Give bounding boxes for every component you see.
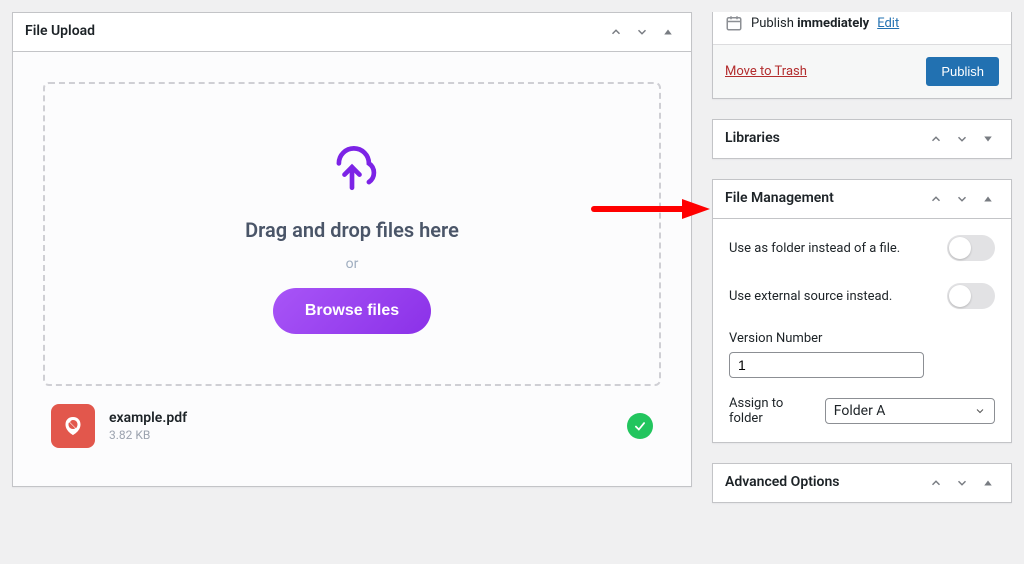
move-up-icon[interactable] [925, 472, 947, 494]
file-upload-title: File Upload [25, 22, 95, 42]
version-number-label: Version Number [729, 331, 995, 346]
move-down-icon[interactable] [631, 21, 653, 43]
chevron-down-icon [974, 405, 986, 417]
libraries-metabox: Libraries [712, 119, 1012, 159]
version-number-input[interactable] [729, 352, 924, 378]
file-management-metabox: File Management Use as folder instead of… [712, 179, 1012, 443]
move-down-icon[interactable] [951, 128, 973, 150]
annotation-arrow [590, 196, 710, 222]
collapse-toggle-icon[interactable] [977, 128, 999, 150]
edit-schedule-link[interactable]: Edit [877, 16, 899, 31]
collapse-toggle-icon[interactable] [657, 21, 679, 43]
assign-folder-value: Folder A [834, 403, 886, 419]
assign-folder-select[interactable]: Folder A [825, 398, 995, 424]
browse-files-button[interactable]: Browse files [273, 288, 431, 334]
publish-schedule-text: Publish immediately [751, 16, 869, 31]
upload-success-icon [627, 413, 653, 439]
move-down-icon[interactable] [951, 472, 973, 494]
pdf-file-icon [51, 404, 95, 448]
publish-button[interactable]: Publish [926, 57, 999, 86]
publish-metabox: Publish immediately Edit Move to Trash P… [712, 12, 1012, 99]
move-up-icon[interactable] [925, 188, 947, 210]
collapse-toggle-icon[interactable] [977, 188, 999, 210]
upload-cloud-icon [322, 144, 382, 194]
use-as-folder-label: Use as folder instead of a file. [729, 241, 900, 256]
use-external-label: Use external source instead. [729, 289, 892, 304]
use-as-folder-toggle[interactable] [947, 235, 995, 261]
assign-folder-label: Assign to folder [729, 396, 815, 426]
move-to-trash-link[interactable]: Move to Trash [725, 64, 807, 79]
use-external-toggle[interactable] [947, 283, 995, 309]
collapse-toggle-icon[interactable] [977, 472, 999, 494]
file-size: 3.82 KB [109, 428, 613, 442]
libraries-title: Libraries [725, 129, 780, 149]
file-dropzone[interactable]: Drag and drop files here or Browse files [43, 82, 661, 386]
dropzone-title: Drag and drop files here [65, 218, 639, 242]
file-name: example.pdf [109, 410, 613, 426]
dropzone-or: or [65, 256, 639, 272]
move-down-icon[interactable] [951, 188, 973, 210]
file-management-title: File Management [725, 189, 834, 209]
calendar-icon [725, 14, 743, 32]
uploaded-file-row: example.pdf 3.82 KB [43, 386, 661, 456]
file-upload-metabox: File Upload Drag and dr [12, 12, 692, 487]
move-up-icon[interactable] [925, 128, 947, 150]
move-up-icon[interactable] [605, 21, 627, 43]
advanced-options-metabox: Advanced Options [712, 463, 1012, 503]
advanced-options-title: Advanced Options [725, 473, 839, 493]
